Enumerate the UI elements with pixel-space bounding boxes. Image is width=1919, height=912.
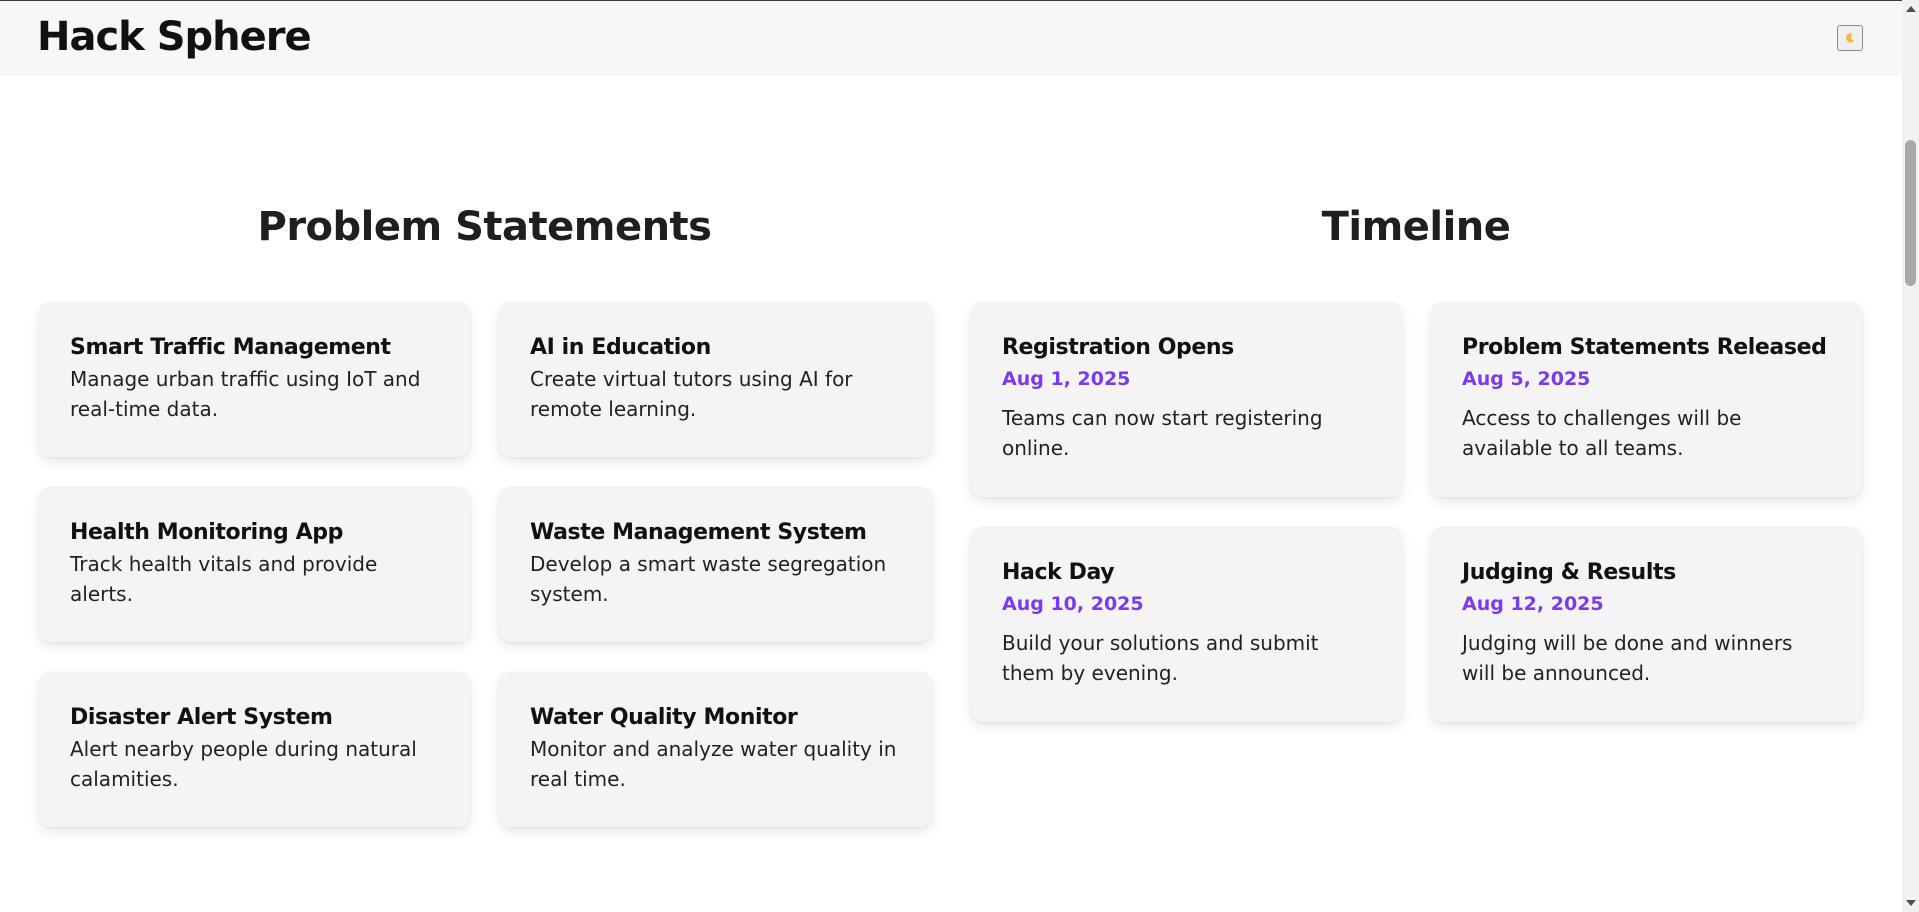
scroll-up-icon[interactable] [1906, 6, 1916, 12]
timeline-card-description: Teams can now start registering online. [1002, 406, 1323, 460]
problem-card[interactable]: Water Quality Monitor Monitor and analyz… [499, 672, 932, 827]
problem-card[interactable]: Smart Traffic Management Manage urban tr… [39, 302, 470, 457]
scroll-down-icon[interactable] [1906, 900, 1916, 906]
problem-card-description: Monitor and analyze water quality in rea… [530, 737, 897, 791]
problem-card[interactable]: Waste Management System Develop a smart … [499, 487, 932, 642]
timeline-card-description: Judging will be done and winners will be… [1462, 631, 1793, 685]
timeline-card-title: Problem Statements Released [1462, 335, 1827, 360]
brand-logo-text[interactable]: Hack Sphere [37, 14, 312, 60]
problem-statements-heading: Problem Statements [257, 204, 713, 250]
timeline-card-title: Hack Day [1002, 560, 1115, 585]
timeline-card-date: Aug 5, 2025 [1462, 368, 1591, 390]
problem-card-title: Disaster Alert System [70, 705, 333, 730]
problem-card-description: Create virtual tutors using AI for remot… [530, 367, 853, 421]
timeline-card-title: Judging & Results [1462, 560, 1676, 585]
timeline-card-description: Access to challenges will be available t… [1462, 406, 1742, 460]
problem-card-title: AI in Education [530, 335, 711, 360]
timeline-card[interactable]: Problem Statements Released Aug 5, 2025 … [1431, 302, 1862, 497]
timeline-heading: Timeline [1321, 204, 1511, 250]
vertical-scrollbar[interactable] [1902, 0, 1919, 912]
timeline-card-description: Build your solutions and submit them by … [1002, 631, 1319, 685]
page: Hack Sphere Problem Statements Smart Tra… [0, 0, 1919, 912]
timeline-card[interactable]: Registration Opens Aug 1, 2025 Teams can… [971, 302, 1402, 497]
site-header: Hack Sphere [0, 1, 1902, 76]
timeline-card-date: Aug 12, 2025 [1462, 593, 1604, 615]
problem-card-title: Smart Traffic Management [70, 335, 391, 360]
timeline-card-date: Aug 10, 2025 [1002, 593, 1144, 615]
theme-toggle-button[interactable] [1837, 25, 1863, 51]
problem-card-title: Water Quality Monitor [530, 705, 798, 730]
problem-card[interactable]: Health Monitoring App Track health vital… [39, 487, 470, 642]
problem-card[interactable]: Disaster Alert System Alert nearby peopl… [39, 672, 470, 827]
problem-card-title: Health Monitoring App [70, 520, 343, 545]
timeline-card-date: Aug 1, 2025 [1002, 368, 1131, 390]
problem-card-description: Alert nearby people during natural calam… [70, 737, 417, 791]
moon-icon [1846, 33, 1855, 43]
scrollbar-thumb[interactable] [1905, 140, 1916, 286]
problem-card-description: Manage urban traffic using IoT and real-… [70, 367, 421, 421]
timeline-card[interactable]: Judging & Results Aug 12, 2025 Judging w… [1431, 527, 1862, 722]
problem-card[interactable]: AI in Education Create virtual tutors us… [499, 302, 932, 457]
problem-card-title: Waste Management System [530, 520, 867, 545]
timeline-card-title: Registration Opens [1002, 335, 1234, 360]
timeline-card[interactable]: Hack Day Aug 10, 2025 Build your solutio… [971, 527, 1402, 722]
problem-card-description: Develop a smart waste segregation system… [530, 552, 887, 606]
problem-card-description: Track health vitals and provide alerts. [70, 552, 378, 606]
